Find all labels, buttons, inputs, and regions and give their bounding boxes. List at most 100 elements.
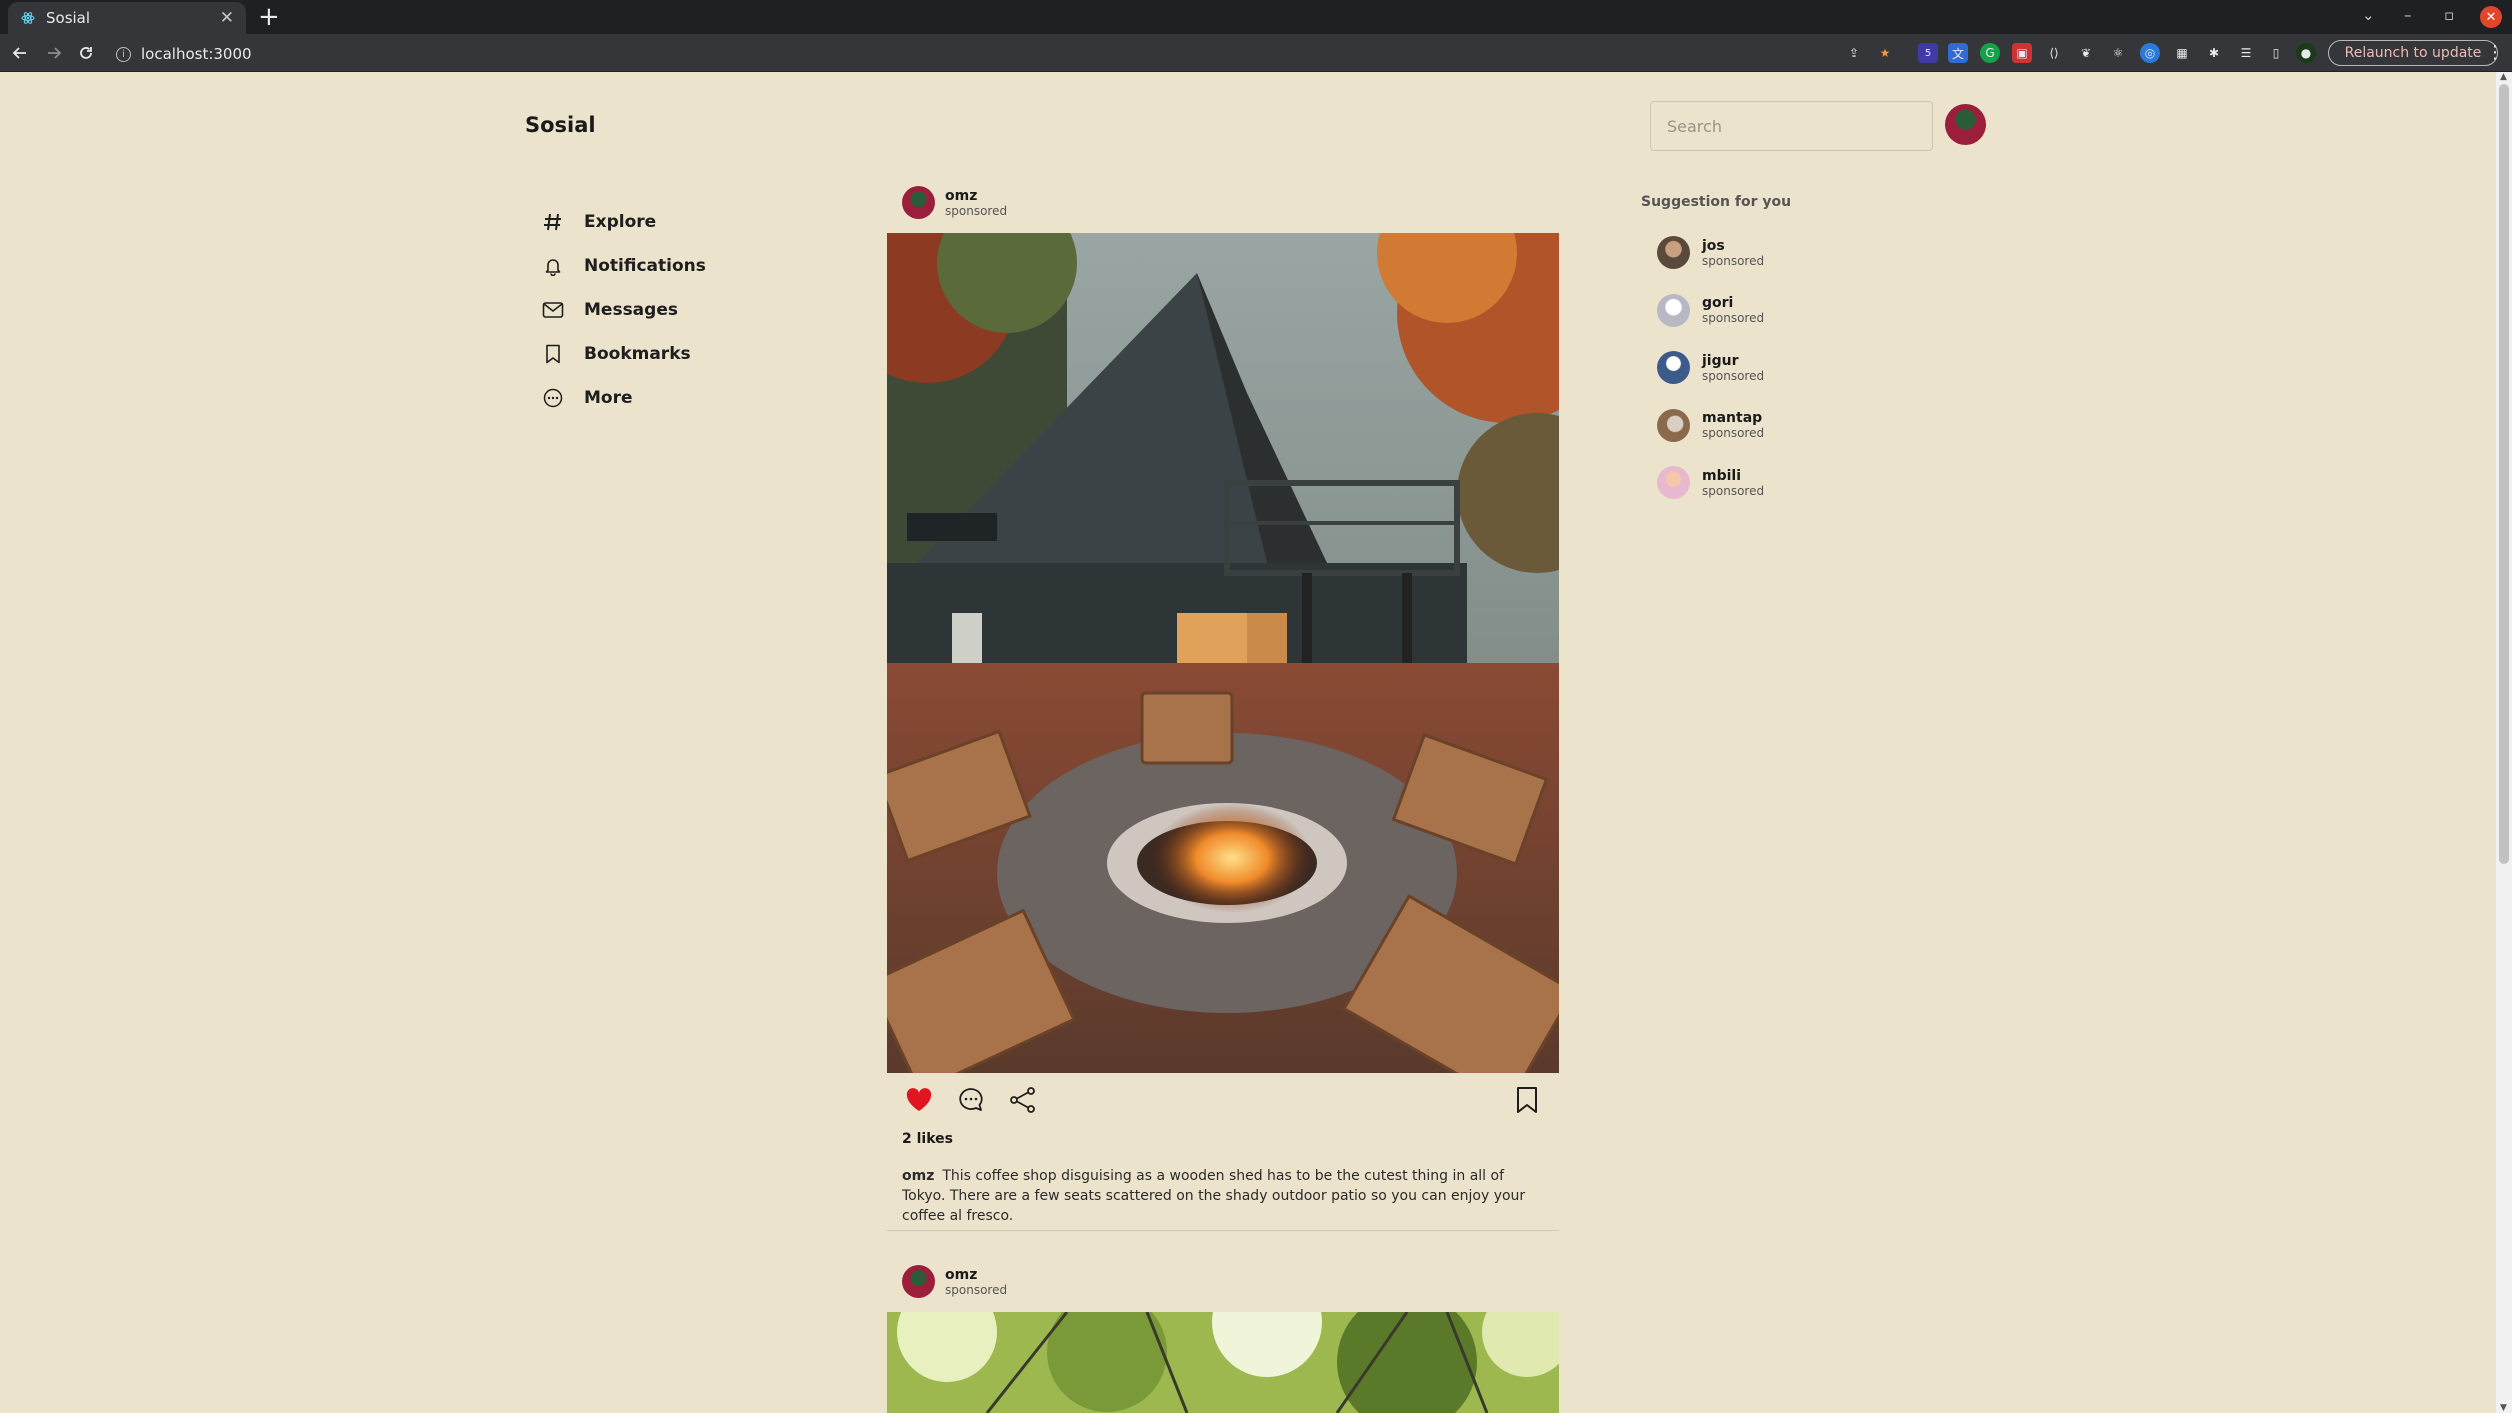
browser-tabbar: Sosial ✕ + ⌄ – ▫ ✕ bbox=[0, 0, 2512, 34]
suggestion-name[interactable]: jos bbox=[1702, 238, 1764, 254]
post-author-name[interactable]: omz bbox=[945, 1267, 1007, 1283]
suggestion-item[interactable]: gori sponsored bbox=[1657, 282, 1764, 340]
post-actions bbox=[902, 1083, 1544, 1119]
new-tab-icon[interactable]: + bbox=[258, 3, 280, 31]
post-author-avatar[interactable] bbox=[902, 1265, 935, 1298]
post-image[interactable] bbox=[887, 1312, 1559, 1413]
profile-avatar-icon[interactable]: ● bbox=[2296, 43, 2316, 63]
caption-text: This coffee shop disguising as a wooden … bbox=[902, 1168, 1526, 1224]
globe-extension-icon[interactable]: ◎ bbox=[2140, 43, 2160, 63]
relaunch-button[interactable]: Relaunch to update bbox=[2328, 40, 2498, 66]
tab-search-chevron-icon[interactable]: ⌄ bbox=[2362, 6, 2375, 24]
suggestions-list: jos sponsored gori sponsored jigur sponsore… bbox=[1657, 224, 1764, 512]
scrollbar-thumb[interactable] bbox=[2499, 84, 2509, 864]
suggestions-title: Suggestion for you bbox=[1641, 194, 1792, 210]
restore-icon[interactable]: ▫ bbox=[2444, 6, 2454, 24]
code-extension-icon[interactable]: ⟨⟩ bbox=[2044, 43, 2064, 63]
leaf-extension-icon[interactable]: ❦ bbox=[2076, 43, 2096, 63]
page-scrollbar[interactable]: ▲ ▼ bbox=[2496, 72, 2512, 1413]
brand-logo[interactable]: Sosial bbox=[525, 113, 596, 137]
comment-icon[interactable] bbox=[954, 1083, 988, 1117]
nav-label: More bbox=[584, 388, 633, 408]
tab-title: Sosial bbox=[46, 9, 91, 27]
suggestion-item[interactable]: jos sponsored bbox=[1657, 224, 1764, 282]
bookmark-star-icon[interactable]: ★ bbox=[1875, 43, 1895, 63]
post-caption: omz This coffee shop disguising as a wood… bbox=[902, 1166, 1542, 1226]
forest-canopy-photo bbox=[887, 1312, 1559, 1413]
suggestion-sub: sponsored bbox=[1702, 368, 1765, 383]
suggestion-name[interactable]: mbili bbox=[1702, 468, 1764, 484]
tab-close-icon[interactable]: ✕ bbox=[220, 8, 234, 28]
grammarly-extension-icon[interactable]: G bbox=[1980, 43, 2000, 63]
avatar[interactable] bbox=[1657, 236, 1690, 270]
nav-label: Messages bbox=[584, 300, 678, 320]
side-panel-icon[interactable]: ▯ bbox=[2266, 43, 2286, 63]
suggestion-sub: sponsored bbox=[1702, 253, 1765, 268]
sidebar-nav: Explore Notifications Messages Bookmarks… bbox=[540, 200, 706, 420]
post-header: omz sponsored bbox=[902, 186, 1007, 219]
bell-icon bbox=[540, 253, 566, 279]
like-count: 2 likes bbox=[902, 1131, 953, 1147]
react-devtools-icon[interactable]: ⚛ bbox=[2108, 43, 2128, 63]
react-favicon-icon bbox=[20, 10, 36, 26]
extension-badge-icon[interactable]: 5 bbox=[1918, 43, 1938, 63]
post-author-avatar[interactable] bbox=[902, 186, 935, 219]
nav-item-bookmarks[interactable]: Bookmarks bbox=[540, 332, 706, 376]
share-icon[interactable]: ⇪ bbox=[1844, 43, 1864, 63]
suggestion-name[interactable]: gori bbox=[1702, 295, 1764, 311]
window-close-icon[interactable]: ✕ bbox=[2480, 6, 2502, 28]
browser-tab[interactable]: Sosial ✕ bbox=[8, 2, 246, 34]
site-info-icon[interactable]: i bbox=[116, 46, 131, 62]
like-heart-icon[interactable] bbox=[902, 1083, 936, 1117]
suggestion-item[interactable]: jigur sponsored bbox=[1657, 339, 1764, 397]
post-header: omz sponsored bbox=[902, 1265, 1007, 1298]
avatar[interactable] bbox=[1657, 408, 1690, 442]
reload-icon[interactable] bbox=[74, 41, 98, 65]
reading-list-icon[interactable]: ☰ bbox=[2236, 43, 2256, 63]
translate-extension-icon[interactable]: 文 bbox=[1948, 43, 1968, 63]
scroll-down-icon[interactable]: ▼ bbox=[2500, 1403, 2507, 1413]
avatar[interactable] bbox=[1657, 466, 1690, 500]
url-field[interactable]: i localhost:3000 bbox=[116, 41, 1836, 67]
pdf-extension-icon[interactable]: ▣ bbox=[2012, 43, 2032, 63]
nav-label: Bookmarks bbox=[584, 344, 691, 364]
suggestion-sub: sponsored bbox=[1702, 426, 1765, 441]
address-bar: i localhost:3000 bbox=[0, 34, 2512, 72]
suggestion-item[interactable]: mantap sponsored bbox=[1657, 397, 1764, 455]
share-icon[interactable] bbox=[1006, 1083, 1040, 1117]
more-circle-icon bbox=[540, 385, 566, 411]
scroll-up-icon[interactable]: ▲ bbox=[2500, 72, 2507, 82]
suggestion-sub: sponsored bbox=[1702, 483, 1765, 498]
hash-icon bbox=[540, 209, 566, 235]
post-sponsored-label: sponsored bbox=[945, 203, 1008, 218]
nav-item-notifications[interactable]: Notifications bbox=[540, 244, 706, 288]
nav-label: Notifications bbox=[584, 256, 706, 276]
post-author-name[interactable]: omz bbox=[945, 188, 1007, 204]
save-bookmark-icon[interactable] bbox=[1510, 1083, 1544, 1117]
puzzle-extensions-icon[interactable]: ✱ bbox=[2204, 43, 2224, 63]
back-icon[interactable] bbox=[8, 41, 32, 65]
browser-menu-icon[interactable]: ⋮ bbox=[2486, 42, 2504, 63]
post-divider bbox=[887, 1230, 1559, 1231]
a-frame-cabin-photo bbox=[887, 233, 1559, 1073]
user-avatar[interactable] bbox=[1945, 104, 1986, 145]
minimize-icon[interactable]: – bbox=[2404, 6, 2412, 24]
suggestion-name[interactable]: mantap bbox=[1702, 410, 1764, 426]
search-input[interactable] bbox=[1650, 101, 1933, 151]
avatar[interactable] bbox=[1657, 293, 1690, 327]
bookmark-icon bbox=[540, 341, 566, 367]
nav-item-explore[interactable]: Explore bbox=[540, 200, 706, 244]
caption-author[interactable]: omz bbox=[902, 1168, 934, 1184]
extension-badge-count: 5 bbox=[1924, 47, 1932, 59]
suggestion-sub: sponsored bbox=[1702, 311, 1765, 326]
suggestion-item[interactable]: mbili sponsored bbox=[1657, 454, 1764, 512]
post-image[interactable] bbox=[887, 233, 1559, 1073]
nav-item-more[interactable]: More bbox=[540, 376, 706, 420]
forward-icon[interactable] bbox=[42, 41, 66, 65]
grid-extension-icon[interactable]: ▦ bbox=[2172, 43, 2192, 63]
avatar[interactable] bbox=[1657, 351, 1690, 385]
url-text: localhost:3000 bbox=[141, 45, 252, 63]
suggestion-name[interactable]: jigur bbox=[1702, 353, 1764, 369]
nav-label: Explore bbox=[584, 212, 657, 232]
nav-item-messages[interactable]: Messages bbox=[540, 288, 706, 332]
